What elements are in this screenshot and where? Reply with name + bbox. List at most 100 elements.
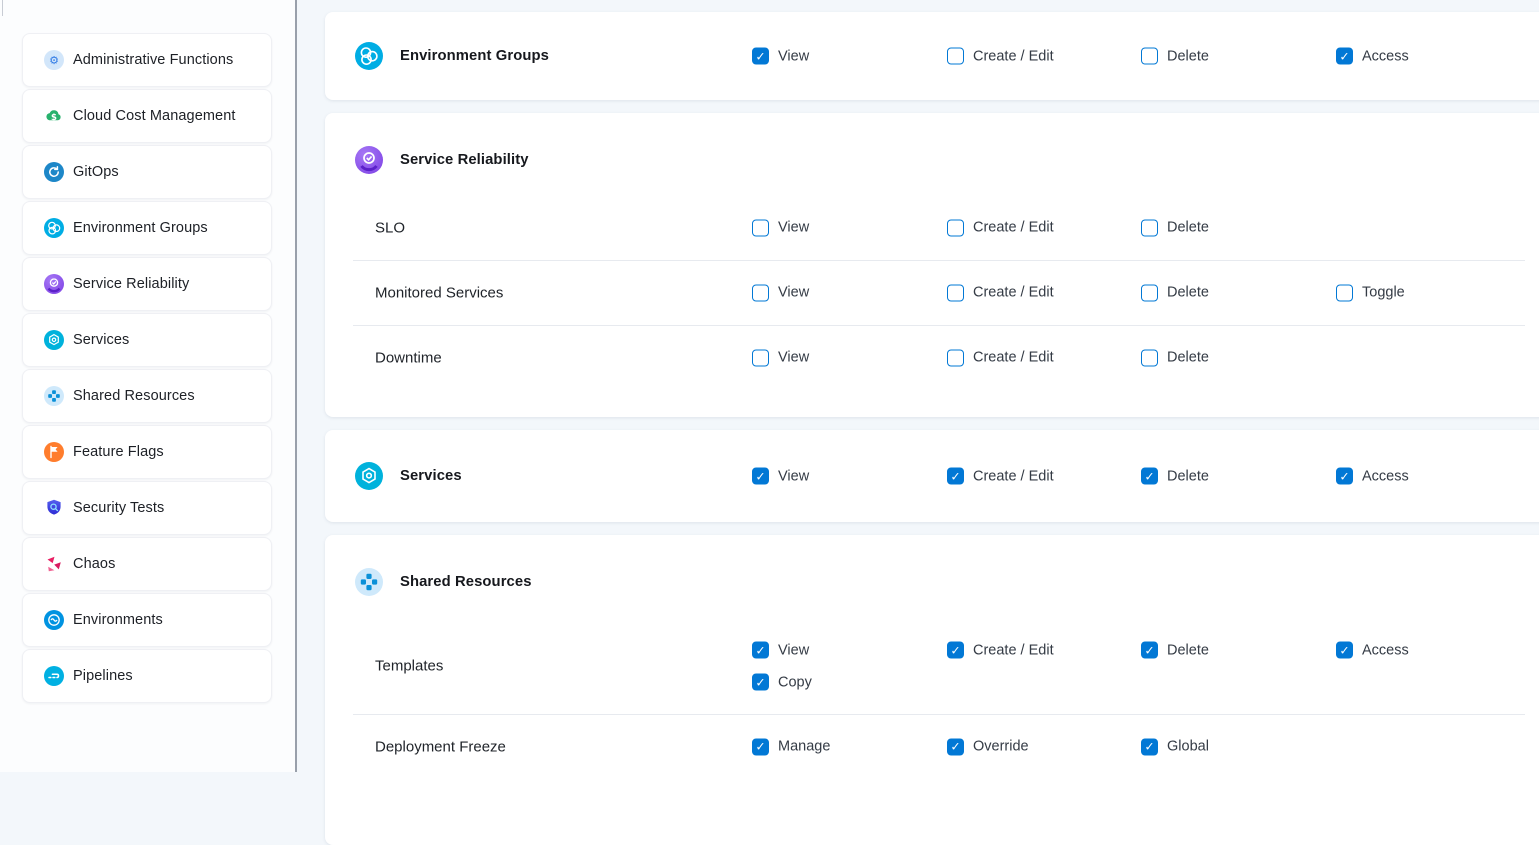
sidebar-item-label: Feature Flags [73, 444, 164, 460]
checkbox-access[interactable] [1336, 468, 1353, 485]
permission-cell-view[interactable]: View [752, 349, 809, 366]
permission-cell-access[interactable]: Access [1336, 642, 1409, 659]
checkbox-label: Delete [1167, 468, 1209, 484]
checkbox-label: Global [1167, 739, 1209, 755]
resource-list: ⚙ Administrative Functions $ Cloud Cost … [22, 33, 272, 705]
permission-cell-delete[interactable]: Delete [1141, 349, 1209, 366]
checkbox-delete[interactable] [1141, 642, 1158, 659]
card-title: Services [400, 468, 462, 484]
sidebar-item-label: Services [73, 332, 129, 348]
checkbox-create-edit[interactable] [947, 219, 964, 236]
checkbox-label: Create / Edit [973, 285, 1054, 301]
checkbox-manage[interactable] [752, 738, 769, 755]
permission-cell-delete[interactable]: Delete [1141, 284, 1209, 301]
checkbox-create-edit[interactable] [947, 284, 964, 301]
resource-sidebar: ⚙ Administrative Functions $ Cloud Cost … [0, 0, 297, 772]
permission-row-deployment-freeze: Deployment Freeze Manage Override Global [325, 714, 1539, 779]
checkbox-toggle[interactable] [1336, 284, 1353, 301]
checkbox-label: Create / Edit [973, 220, 1054, 236]
sidebar-item-administrative-functions[interactable]: ⚙ Administrative Functions [22, 33, 272, 87]
checkbox-delete[interactable] [1141, 349, 1158, 366]
sidebar-item-feature-flags[interactable]: Feature Flags [22, 425, 272, 479]
shared-resources-icon [44, 386, 64, 406]
sidebar-item-label: Chaos [73, 556, 115, 572]
permission-cell-view[interactable]: View [752, 642, 809, 659]
checkbox-access[interactable] [1336, 48, 1353, 65]
permission-cell-global[interactable]: Global [1141, 738, 1209, 755]
permission-cell-create-edit[interactable]: Create / Edit [947, 219, 1054, 236]
permission-cell-manage[interactable]: Manage [752, 738, 830, 755]
sidebar-item-shared-resources[interactable]: Shared Resources [22, 369, 272, 423]
sidebar-item-security-tests[interactable]: Security Tests [22, 481, 272, 535]
sidebar-item-pipelines[interactable]: Pipelines [22, 649, 272, 703]
permission-cell-override[interactable]: Override [947, 738, 1029, 755]
checkbox-delete[interactable] [1141, 48, 1158, 65]
permission-cell-delete[interactable]: Delete [1141, 219, 1209, 236]
sidebar-item-environments[interactable]: Environments [22, 593, 272, 647]
permission-cell-copy[interactable]: Copy [752, 674, 812, 691]
sidebar-item-label: Administrative Functions [73, 52, 233, 68]
checkbox-copy[interactable] [752, 674, 769, 691]
checkbox-label: View [778, 642, 809, 658]
feature-flag-icon [44, 442, 64, 462]
card-title: Environment Groups [400, 48, 549, 64]
checkbox-global[interactable] [1141, 738, 1158, 755]
cloud-dollar-icon: $ [44, 106, 64, 126]
checkbox-create-edit[interactable] [947, 468, 964, 485]
checkbox-label: Create / Edit [973, 350, 1054, 366]
card-title: Service Reliability [400, 152, 529, 168]
sidebar-item-cloud-cost-management[interactable]: $ Cloud Cost Management [22, 89, 272, 143]
checkbox-create-edit[interactable] [947, 642, 964, 659]
permission-card-environment-groups: Environment Groups View Create / Edit De… [325, 12, 1539, 100]
checkbox-create-edit[interactable] [947, 349, 964, 366]
checkbox-delete[interactable] [1141, 219, 1158, 236]
checkbox-override[interactable] [947, 738, 964, 755]
permission-card-services: Services View Create / Edit Delete Acces… [325, 430, 1539, 522]
checkbox-label: View [778, 48, 809, 64]
chaos-icon [44, 554, 64, 574]
row-label: SLO [375, 219, 405, 236]
permission-cell-access[interactable]: Access [1336, 468, 1409, 485]
row-label: Templates [375, 657, 443, 674]
sidebar-item-gitops[interactable]: GitOps [22, 145, 272, 199]
checkbox-view[interactable] [752, 48, 769, 65]
checkbox-delete[interactable] [1141, 468, 1158, 485]
checkbox-view[interactable] [752, 349, 769, 366]
sidebar-item-services[interactable]: Services [22, 313, 272, 367]
permission-cell-view[interactable]: View [752, 219, 809, 236]
permission-cell-toggle[interactable]: Toggle [1336, 284, 1405, 301]
sidebar-item-label: Service Reliability [73, 276, 189, 292]
checkbox-view[interactable] [752, 219, 769, 236]
permission-cell-delete[interactable]: Delete [1141, 642, 1209, 659]
permission-cell-delete[interactable]: Delete [1141, 48, 1209, 65]
checkbox-delete[interactable] [1141, 284, 1158, 301]
sidebar-item-service-reliability[interactable]: Service Reliability [22, 257, 272, 311]
checkbox-create-edit[interactable] [947, 48, 964, 65]
permission-cell-create-edit[interactable]: Create / Edit [947, 349, 1054, 366]
checkbox-access[interactable] [1336, 642, 1353, 659]
permission-cell-view[interactable]: View [752, 48, 809, 65]
row-divider [353, 260, 1525, 261]
permission-cell-create-edit[interactable]: Create / Edit [947, 468, 1054, 485]
checkbox-label: Delete [1167, 285, 1209, 301]
checkbox-view[interactable] [752, 468, 769, 485]
permission-cell-create-edit[interactable]: Create / Edit [947, 284, 1054, 301]
gear-icon: ⚙ [44, 50, 64, 70]
checkbox-view[interactable] [752, 642, 769, 659]
sidebar-item-environment-groups[interactable]: Environment Groups [22, 201, 272, 255]
permission-cell-create-edit[interactable]: Create / Edit [947, 642, 1054, 659]
permission-row-downtime: Downtime View Create / Edit Delete [325, 325, 1539, 390]
environments-icon [44, 610, 64, 630]
permission-cell-view[interactable]: View [752, 284, 809, 301]
permission-cell-access[interactable]: Access [1336, 48, 1409, 65]
services-icon [44, 330, 64, 350]
sidebar-item-chaos[interactable]: Chaos [22, 537, 272, 591]
row-divider [353, 714, 1525, 715]
permission-row-slo: SLO View Create / Edit Delete [325, 195, 1539, 260]
checkbox-label: View [778, 468, 809, 484]
permission-cell-delete[interactable]: Delete [1141, 468, 1209, 485]
services-icon [355, 462, 383, 490]
permission-cell-create-edit[interactable]: Create / Edit [947, 48, 1054, 65]
permission-cell-view[interactable]: View [752, 468, 809, 485]
checkbox-view[interactable] [752, 284, 769, 301]
